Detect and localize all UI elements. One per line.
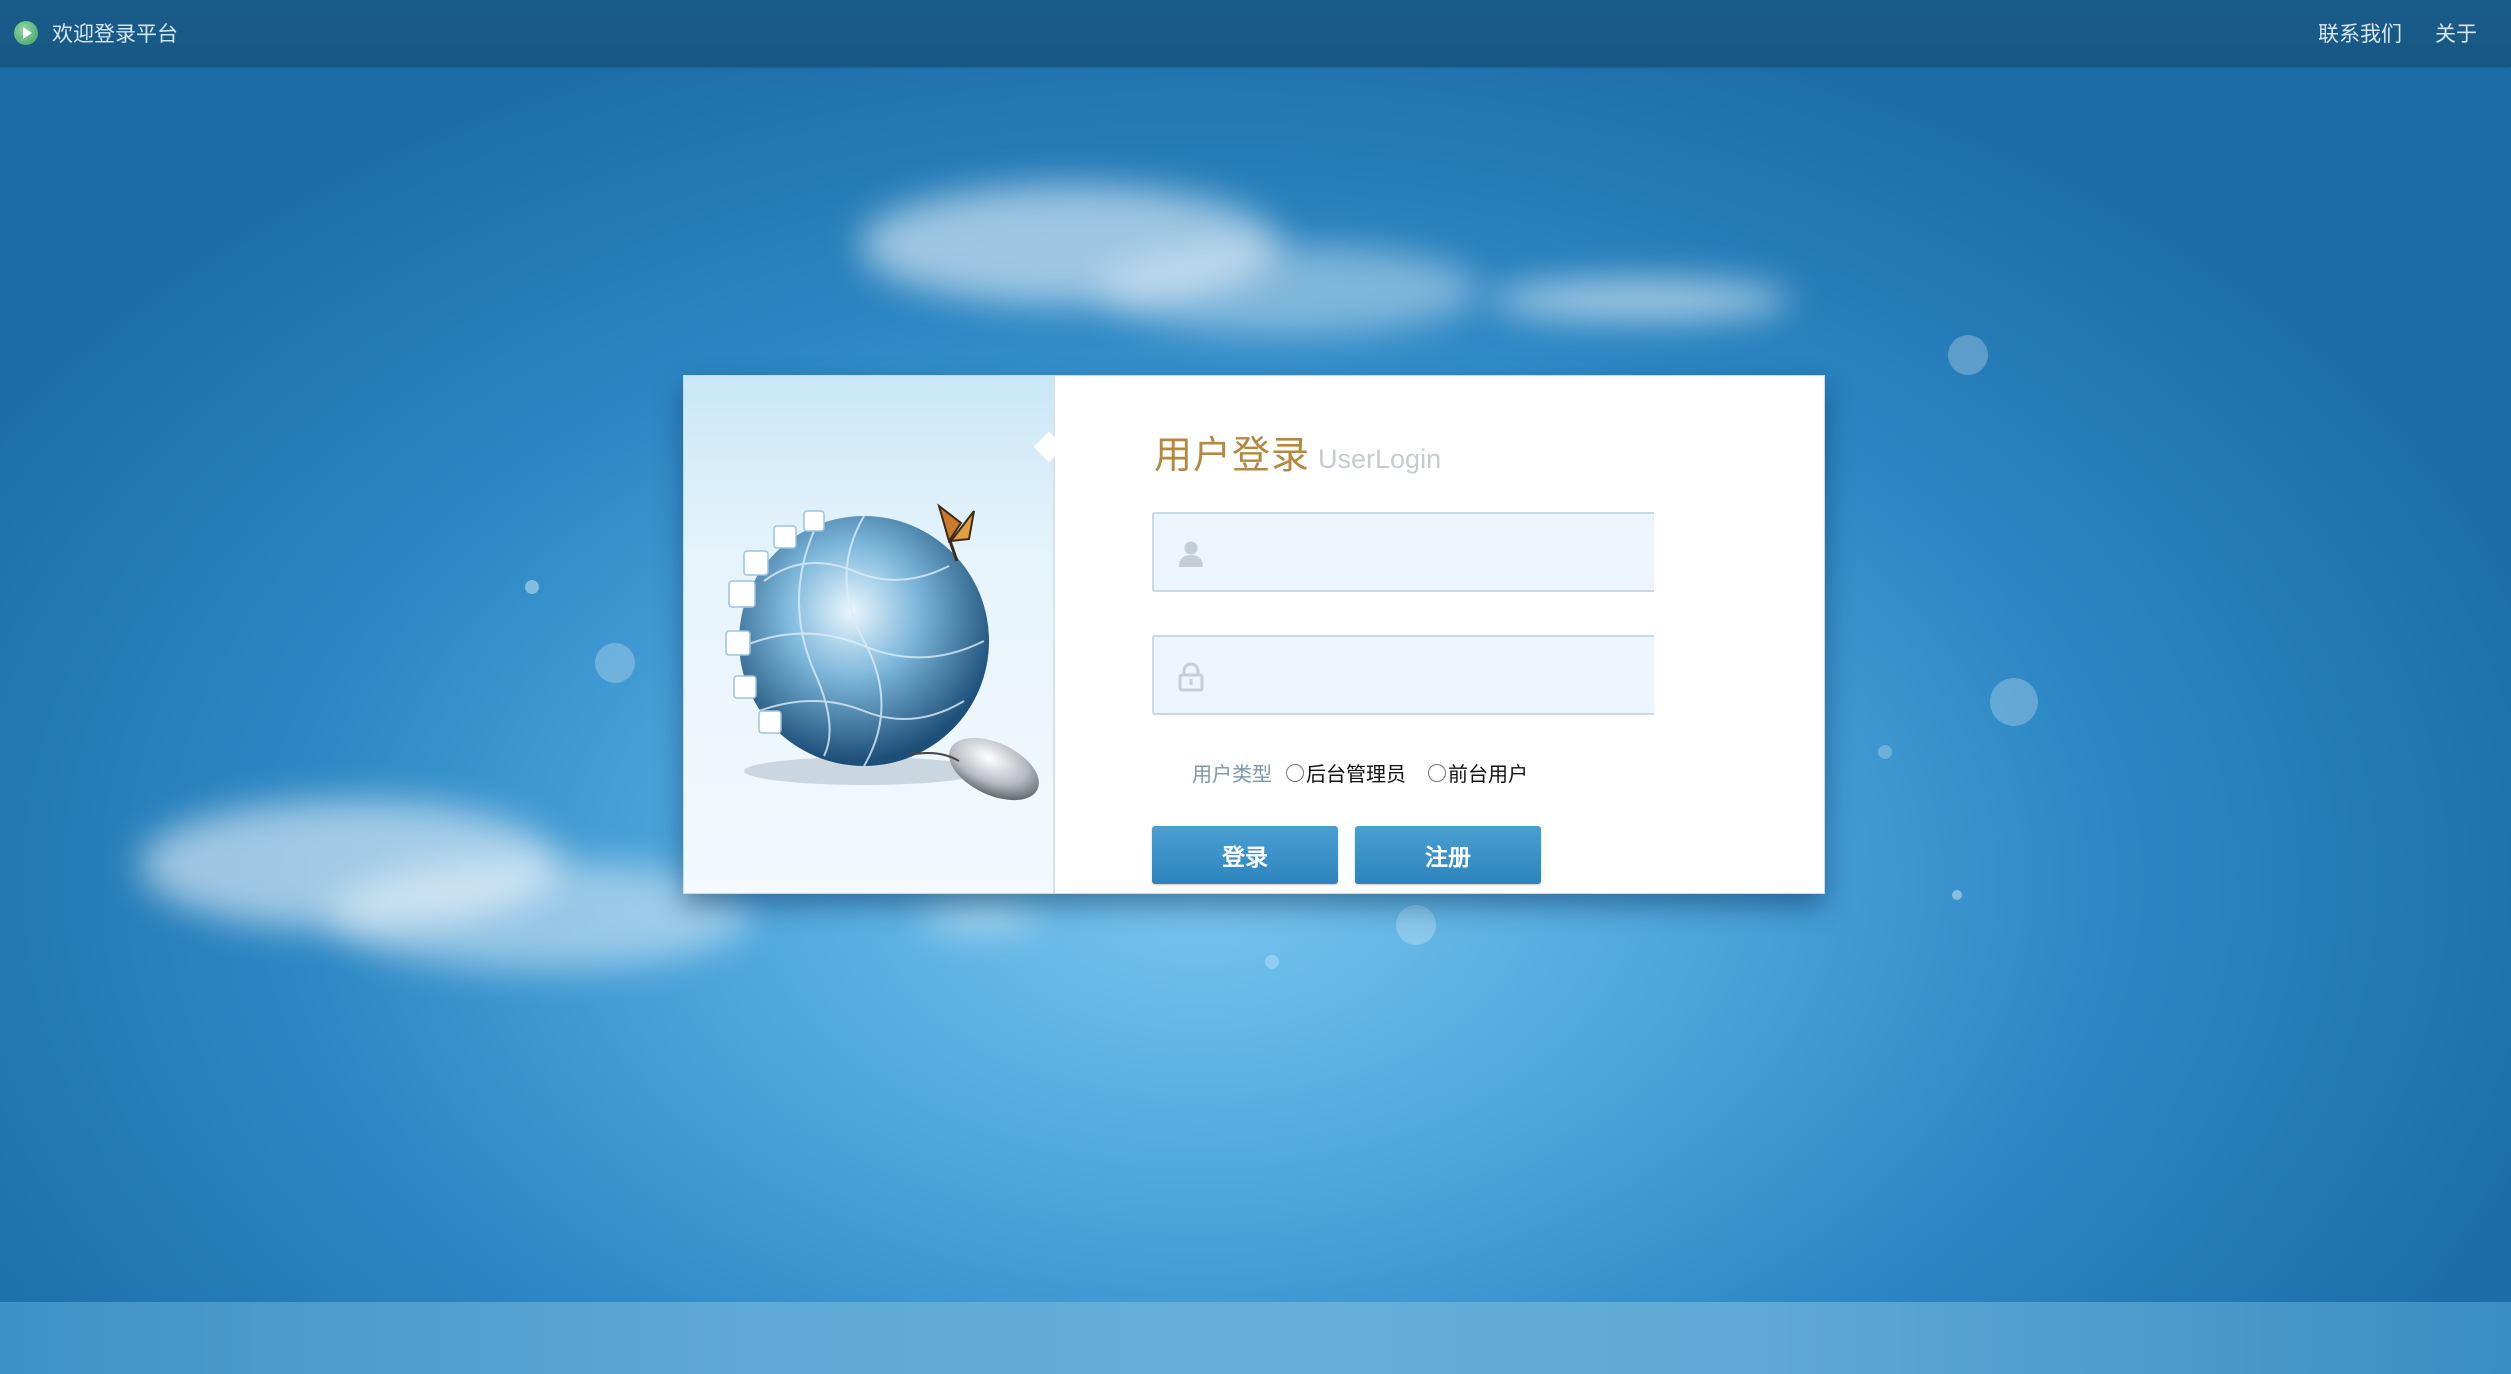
- top-bar: 欢迎登录平台 联系我们 关于: [0, 0, 2511, 67]
- contact-us-link[interactable]: 联系我们: [2318, 18, 2402, 48]
- radio-admin[interactable]: 后台管理员: [1286, 758, 1406, 787]
- bubble-decoration: [595, 643, 635, 683]
- login-form: 用户登录 UserLogin 用户类型 后台管理员 前台用户 登录 注册: [1055, 376, 1824, 893]
- radio-frontend-user[interactable]: 前台用户: [1428, 758, 1528, 787]
- register-button[interactable]: 注册: [1355, 826, 1541, 884]
- user-icon: [1179, 541, 1203, 567]
- cloud-decoration: [1490, 280, 1790, 320]
- site-title: 欢迎登录平台: [52, 22, 178, 46]
- radio-frontend-user-label: 前台用户: [1448, 762, 1528, 786]
- lock-icon: [1178, 662, 1204, 692]
- bubble-decoration: [1265, 955, 1279, 969]
- bubble-decoration: [1396, 905, 1436, 945]
- top-nav: 联系我们 关于: [2285, 17, 2477, 49]
- brand: 欢迎登录平台: [14, 17, 178, 49]
- cloud-decoration: [1100, 245, 1480, 335]
- login-illustration-panel: [684, 376, 1055, 893]
- cloud-decoration: [920, 900, 1040, 930]
- username-field: [1152, 512, 1654, 592]
- login-title: 用户登录: [1154, 433, 1311, 477]
- user-type-label: 用户类型: [1192, 762, 1272, 786]
- user-type-selector: 用户类型 后台管理员 前台用户: [1192, 758, 1550, 787]
- bubble-decoration: [1990, 678, 2038, 726]
- login-card: 用户登录 UserLogin 用户类型 后台管理员 前台用户 登录 注册: [683, 375, 1825, 894]
- username-input[interactable]: [1224, 514, 1648, 592]
- bubble-decoration: [1948, 335, 1988, 375]
- login-heading: 用户登录 UserLogin: [1154, 424, 1441, 479]
- radio-admin-input[interactable]: [1286, 763, 1304, 782]
- radio-admin-label: 后台管理员: [1306, 762, 1406, 786]
- puzzle-globe-icon: [725, 503, 1039, 801]
- login-subtitle: UserLogin: [1318, 444, 1442, 474]
- bubble-decoration: [525, 580, 539, 594]
- login-page: 欢迎登录平台 联系我们 关于 用户登录 UserLogin 用户类型 后台管理员…: [0, 0, 2511, 1374]
- bubble-decoration: [1952, 890, 1962, 900]
- password-field: [1152, 635, 1654, 715]
- play-icon: [14, 21, 38, 45]
- footer-strip: [0, 1302, 2511, 1374]
- login-button[interactable]: 登录: [1152, 826, 1338, 884]
- password-input[interactable]: [1224, 637, 1648, 715]
- radio-frontend-user-input[interactable]: [1428, 763, 1446, 782]
- bubble-decoration: [1878, 745, 1892, 759]
- about-link[interactable]: 关于: [2435, 18, 2477, 48]
